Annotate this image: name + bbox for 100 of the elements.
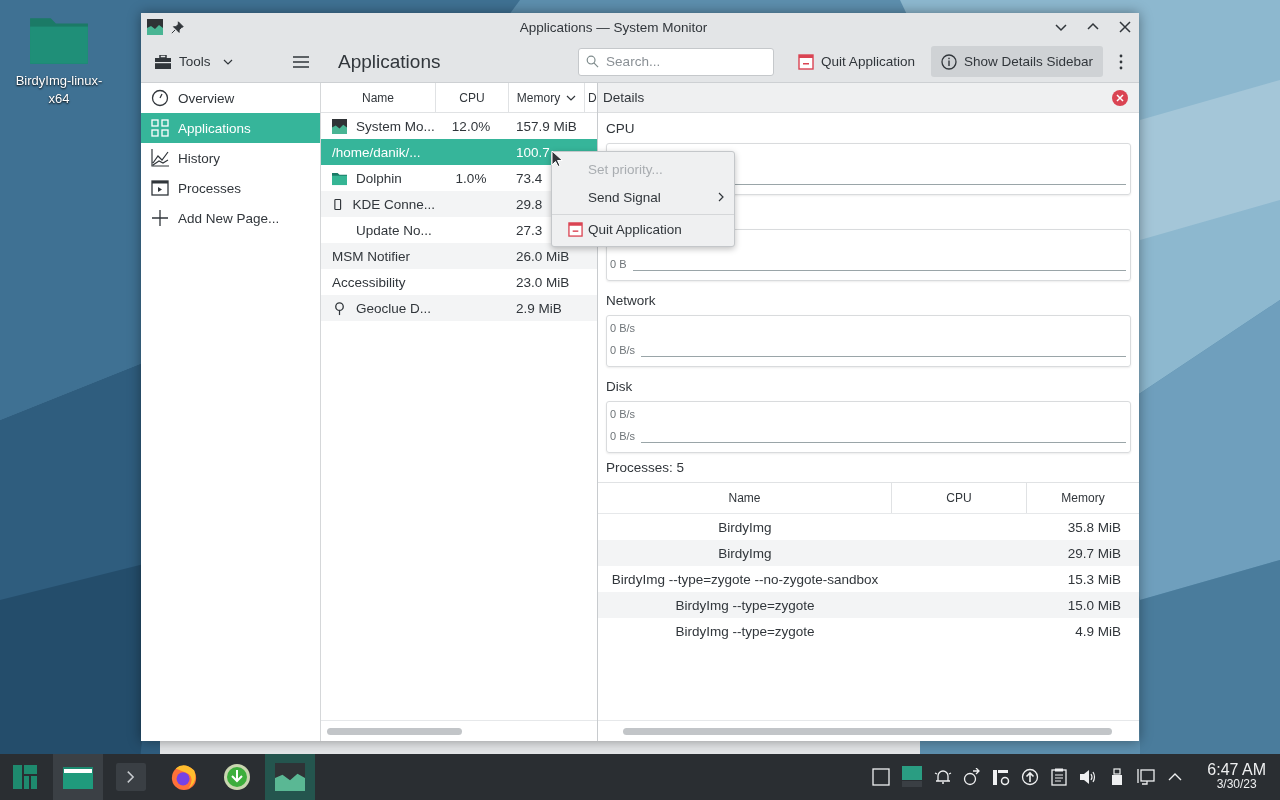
table-cell: Geoclue D... <box>356 300 432 316</box>
section-label: Network <box>606 292 657 310</box>
tools-menu-button[interactable]: Tools <box>149 50 239 73</box>
terminal-icon <box>116 763 146 791</box>
bell-icon[interactable] <box>934 768 953 786</box>
clock[interactable]: 6:47 AM 3/30/23 <box>1207 762 1266 792</box>
panel-title: Details <box>603 90 645 105</box>
table-row[interactable]: System Mo... 12.0% 157.9 MiB <box>321 113 597 139</box>
grid-icon <box>151 119 169 137</box>
chevron-down-icon <box>566 94 577 101</box>
table-cell: 27.3 <box>516 222 543 238</box>
table-cell: 35.8 MiB <box>1067 519 1121 535</box>
table-cell: 29.8 <box>516 196 543 212</box>
location-pin-icon <box>332 300 347 316</box>
table-cell: BirdyImg <box>718 519 772 535</box>
table-row[interactable]: Accessibility 23.0 MiB <box>321 269 597 295</box>
table-cell: 2.9 MiB <box>516 300 562 316</box>
close-icon[interactable] <box>1112 89 1128 106</box>
table-cell: 157.9 MiB <box>516 118 577 134</box>
gauge-icon <box>151 89 169 107</box>
column-header[interactable]: Memory <box>1027 483 1139 513</box>
column-header[interactable]: Memory <box>509 83 585 112</box>
system-monitor-icon <box>275 763 305 791</box>
sidebar-item[interactable]: Add New Page... <box>141 203 320 233</box>
table-cell: 23.0 MiB <box>516 274 570 290</box>
browser-icon <box>169 763 199 791</box>
sidebar-item[interactable]: Processes <box>141 173 320 203</box>
screen-icon[interactable] <box>901 766 924 788</box>
desktop-icon[interactable] <box>872 768 891 786</box>
page-title: Applications <box>338 50 442 73</box>
table-cell: BirdyImg --type=zygote <box>675 623 815 639</box>
clipboard-icon[interactable] <box>1050 768 1069 786</box>
scrollbar[interactable] <box>623 727 1112 735</box>
table-row[interactable]: MSM Notifier 26.0 MiB <box>321 243 597 269</box>
toolbox-icon <box>155 54 171 69</box>
upload-icon[interactable] <box>1021 768 1040 786</box>
section-label: CPU <box>606 120 636 138</box>
table-cell: 1.0% <box>455 170 487 186</box>
clock-time: 6:47 AM <box>1207 762 1266 777</box>
menu-icon[interactable] <box>293 55 309 68</box>
menu-item[interactable]: Quit Application <box>552 214 734 243</box>
line-chart-icon <box>151 149 169 167</box>
window-title: Applications — System Monitor <box>518 19 709 35</box>
table-cell: Accessibility <box>332 274 406 290</box>
column-header[interactable]: CPU <box>436 83 509 112</box>
window-play-icon <box>151 179 169 197</box>
mouse-cursor-icon <box>551 150 563 168</box>
table-cell: BirdyImg <box>718 545 772 561</box>
column-header[interactable]: Name <box>598 483 892 513</box>
close-icon[interactable] <box>1119 21 1131 33</box>
app-icon <box>147 19 163 35</box>
taskbar-sysmon-button[interactable] <box>265 754 315 800</box>
table-cell: Update No... <box>356 222 432 238</box>
search-icon <box>586 54 600 68</box>
table-cell: Dolphin <box>356 170 402 186</box>
plus-icon <box>151 209 169 227</box>
volume-icon[interactable] <box>1079 768 1098 786</box>
info-icon <box>940 53 957 70</box>
minimize-icon[interactable] <box>1055 21 1067 33</box>
download-icon <box>222 763 252 791</box>
table-cell: BirdyImg --type=zygote <box>675 597 815 613</box>
sparkline-chart: 0 B/s 0 B/s <box>606 315 1131 367</box>
table-cell: 15.0 MiB <box>1067 597 1121 613</box>
search-field[interactable]: Search... <box>578 47 775 76</box>
clock-date: 3/30/23 <box>1216 777 1257 792</box>
processes-count: Processes: 5 <box>606 460 686 476</box>
pin-icon[interactable] <box>171 20 184 34</box>
quit-application-button[interactable]: Quit Application <box>788 46 925 77</box>
sparkline-chart: 0 B/s 0 B/s <box>606 401 1131 453</box>
table-cell: System Mo... <box>356 118 435 134</box>
sidebar-item[interactable]: Overview <box>141 83 320 113</box>
scrollbar[interactable] <box>327 727 462 735</box>
table-cell: MSM Notifier <box>332 248 410 264</box>
table-cell: BirdyImg --type=zygote --no-zygote-sandbox <box>611 571 879 587</box>
table-cell: KDE Conne... <box>352 196 435 212</box>
window-close-icon <box>798 53 815 70</box>
details-sidebar-button[interactable]: Show Details Sidebar <box>930 46 1103 77</box>
table-cell: 4.9 MiB <box>1075 623 1121 639</box>
table-row[interactable]: Geoclue D... 2.9 MiB <box>321 295 597 321</box>
chevron-right-icon <box>718 192 724 202</box>
table-cell: 26.0 MiB <box>516 248 570 264</box>
table-cell: 15.3 MiB <box>1067 571 1121 587</box>
network-wired-icon[interactable] <box>1137 768 1156 786</box>
window-close-icon <box>568 221 583 237</box>
phone-icon <box>332 196 344 212</box>
taskbar-files-button[interactable] <box>53 754 103 800</box>
section-label: Disk <box>606 378 634 396</box>
sidebar-item[interactable]: History <box>141 143 320 173</box>
app-icon <box>332 118 347 134</box>
table-cell: 12.0% <box>451 118 491 134</box>
more-options-icon[interactable] <box>1119 53 1123 70</box>
folder-icon <box>332 170 347 186</box>
column-header[interactable]: CPU <box>892 483 1027 513</box>
logo-icon <box>13 765 37 789</box>
column-header[interactable]: D <box>585 83 597 112</box>
table-cell: 100.7 <box>516 144 550 160</box>
column-header[interactable]: Name <box>321 83 436 112</box>
desktop-icon-label[interactable]: BirdyImg-linux-x64 <box>9 72 109 108</box>
chevron-down-icon <box>222 58 233 65</box>
table-cell: /home/danik/... <box>332 144 421 160</box>
